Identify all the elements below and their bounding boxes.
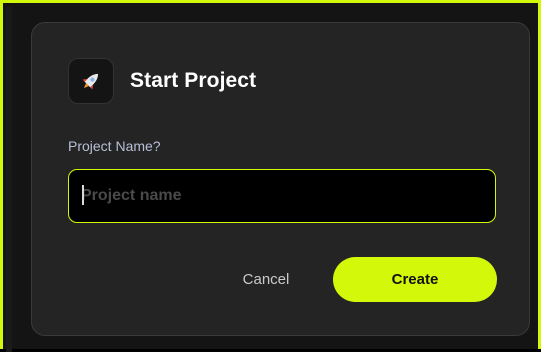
rocket-icon [68,58,114,104]
start-project-dialog: Start Project Project Name? Cancel Creat… [31,22,530,336]
cancel-button[interactable]: Cancel [228,259,304,299]
create-button[interactable]: Create [333,257,497,302]
project-name-input[interactable] [68,169,496,223]
frame-edge [6,6,12,352]
dialog-header: Start Project [68,58,256,104]
dialog-title: Start Project [130,69,257,92]
app-frame: Start Project Project Name? Cancel Creat… [0,0,541,352]
project-name-label: Project Name? [68,138,161,154]
text-caret [82,185,84,205]
